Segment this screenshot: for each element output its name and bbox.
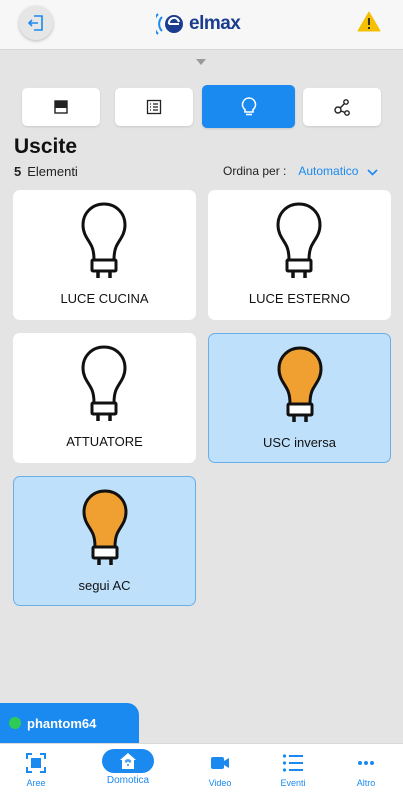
tab-list[interactable] — [115, 88, 193, 126]
page-title: Uscite — [14, 135, 78, 158]
bulb-off-icon — [276, 202, 322, 278]
nav-item-eventi[interactable]: Eventi — [263, 744, 323, 800]
tab-shutters[interactable] — [22, 88, 100, 126]
nav-item-video[interactable]: Video — [190, 744, 250, 800]
shutter-icon — [54, 100, 68, 114]
elmax-logo: elmax — [156, 9, 241, 39]
output-tile[interactable]: LUCE ESTERNO — [208, 190, 391, 320]
app-header: elmax — [0, 0, 403, 50]
bottom-nav: Aree Domotica Video Eventi Altro — [0, 743, 403, 800]
bulb-icon — [241, 96, 256, 115]
output-tile[interactable]: ATTUATORE — [13, 333, 196, 463]
bulb-on-icon — [277, 346, 323, 422]
user-badge[interactable]: phantom64 — [0, 703, 139, 743]
element-count: 5 Elementi — [14, 164, 78, 179]
scenario-icon — [334, 99, 350, 116]
home-automation-icon — [120, 753, 136, 769]
output-tile[interactable]: USC inversa — [208, 333, 391, 463]
more-icon — [358, 761, 374, 765]
sort-label: Ordina per : — [223, 164, 287, 178]
nav-label: Eventi — [280, 778, 306, 788]
video-icon — [211, 757, 229, 769]
sort-value[interactable]: Automatico — [298, 164, 358, 178]
nav-label: Aree — [26, 778, 46, 788]
areas-icon — [26, 753, 46, 773]
warning-icon[interactable] — [357, 10, 381, 34]
bulb-on-icon — [82, 489, 128, 565]
logout-icon — [27, 15, 43, 31]
tab-scenarios[interactable] — [303, 88, 381, 126]
output-label: segui AC — [78, 578, 131, 593]
elmax-logo-mark — [156, 13, 183, 35]
nav-label: Domotica — [106, 775, 150, 786]
output-label: LUCE CUCINA — [60, 291, 149, 306]
output-label: LUCE ESTERNO — [248, 291, 351, 306]
nav-label: Video — [208, 778, 232, 788]
tab-lights[interactable] — [202, 85, 295, 128]
bulb-off-icon — [81, 345, 127, 421]
user-name: phantom64 — [27, 715, 97, 731]
nav-item-altro[interactable]: Altro — [336, 744, 396, 800]
sort-control[interactable]: Ordina per : Automatico — [223, 164, 378, 178]
logout-button[interactable] — [19, 6, 53, 40]
bulb-off-icon — [81, 202, 127, 278]
output-tile[interactable]: segui AC — [13, 476, 196, 606]
events-list-icon — [282, 754, 303, 772]
output-tile[interactable]: LUCE CUCINA — [13, 190, 196, 320]
logo-text: elmax — [189, 13, 241, 34]
nav-label: Altro — [356, 778, 376, 788]
element-count-label: Elementi — [27, 164, 78, 179]
chevron-down-icon — [367, 168, 378, 176]
online-status-dot — [9, 717, 21, 729]
collapse-arrow-icon[interactable] — [196, 59, 206, 65]
nav-item-domotica[interactable]: Domotica — [98, 744, 158, 800]
output-label: USC inversa — [263, 435, 336, 450]
nav-item-aree[interactable]: Aree — [6, 744, 66, 800]
element-count-number: 5 — [14, 164, 22, 179]
list-icon — [146, 99, 162, 115]
output-label: ATTUATORE — [66, 434, 143, 449]
